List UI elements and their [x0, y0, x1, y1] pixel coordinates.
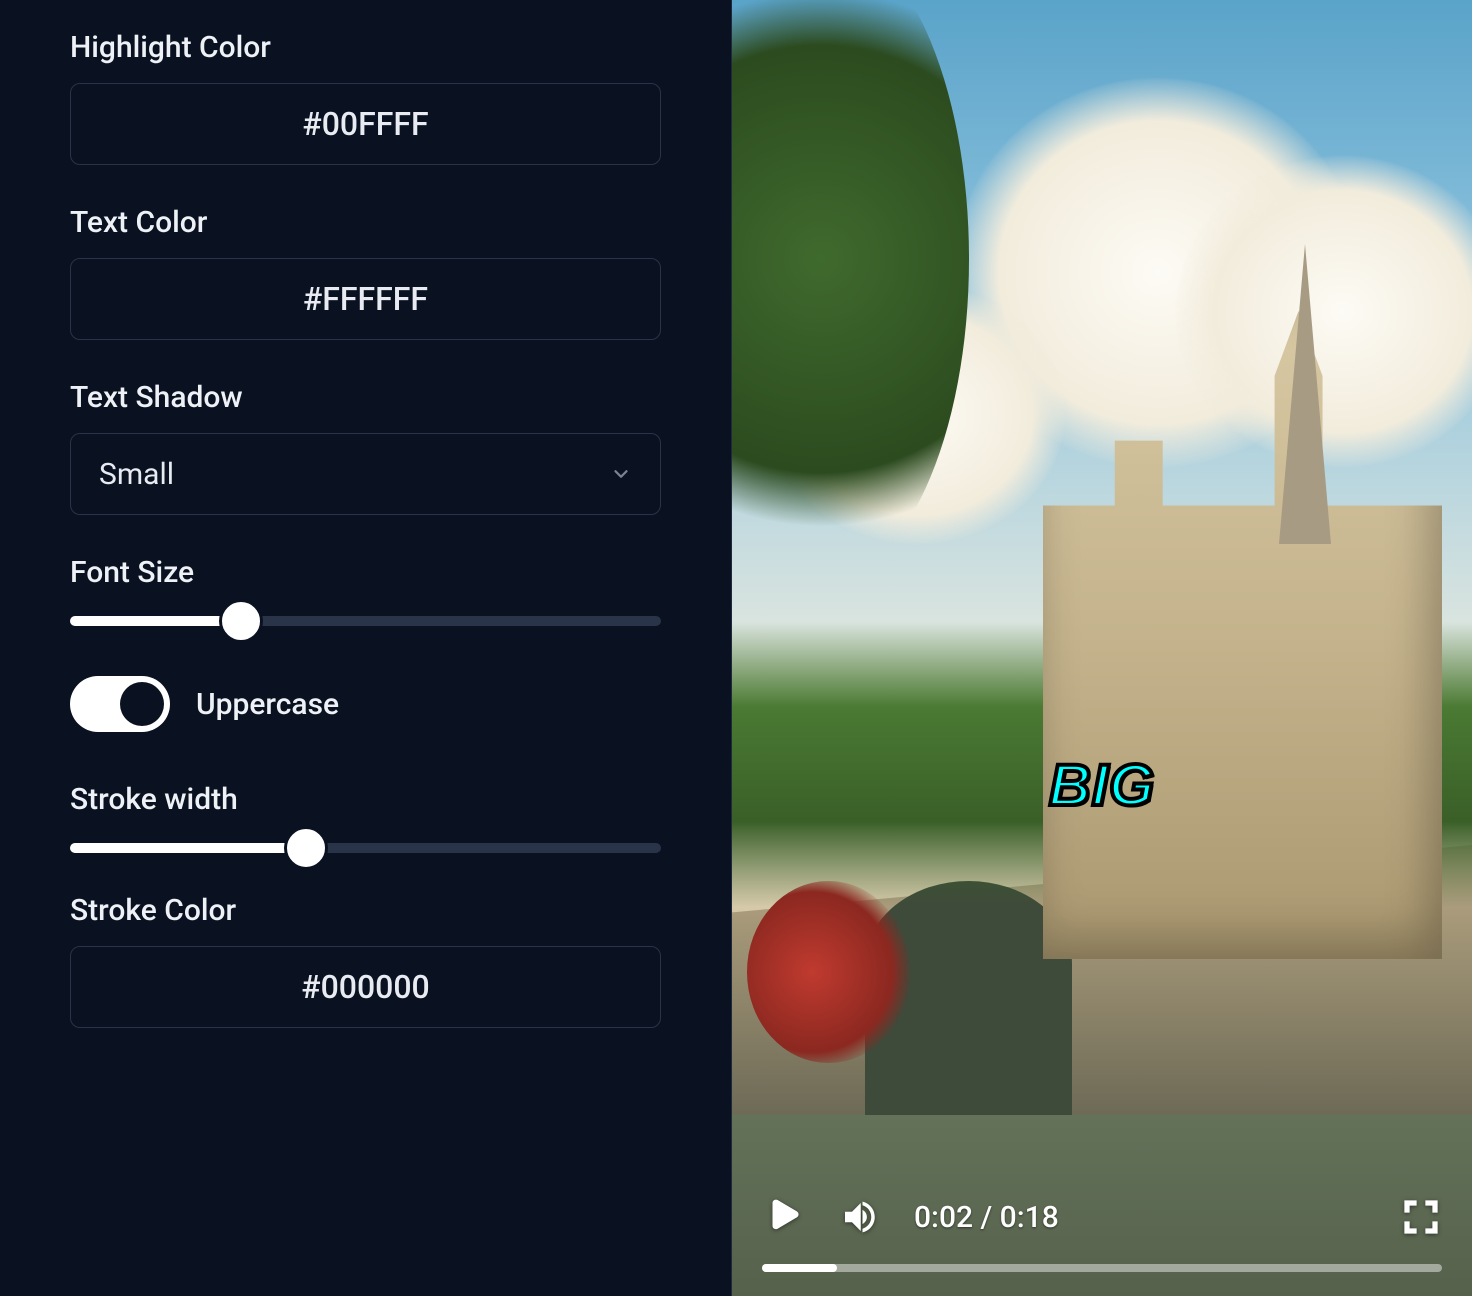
stroke-color-value: #000000 [301, 968, 429, 1006]
text-shadow-select[interactable]: Small [70, 433, 661, 515]
spire-shape [1279, 244, 1331, 544]
video-progress-fill [762, 1264, 837, 1272]
stroke-width-slider-thumb[interactable] [284, 826, 328, 870]
font-size-group: Font Size [70, 555, 661, 626]
stroke-width-slider-fill [70, 843, 306, 853]
font-size-slider-fill [70, 616, 241, 626]
volume-icon[interactable] [838, 1196, 880, 1238]
time-display: 0:02 / 0:18 [914, 1200, 1059, 1235]
text-color-label: Text Color [70, 205, 661, 240]
fullscreen-icon[interactable] [1400, 1196, 1442, 1238]
uppercase-group: Uppercase [70, 676, 661, 732]
video-frame[interactable]: BIG 0:02 / 0:18 [732, 0, 1472, 1296]
video-controls: 0:02 / 0:18 [732, 1196, 1472, 1296]
stroke-width-group: Stroke width [70, 782, 661, 853]
text-color-group: Text Color #FFFFFF [70, 205, 661, 340]
text-shadow-label: Text Shadow [70, 380, 661, 415]
text-shadow-group: Text Shadow Small [70, 380, 661, 515]
highlight-color-label: Highlight Color [70, 30, 661, 65]
stroke-width-label: Stroke width [70, 782, 661, 817]
play-icon[interactable] [762, 1196, 804, 1238]
uppercase-toggle[interactable] [70, 676, 170, 732]
chevron-down-icon [610, 463, 632, 485]
style-sidebar: Highlight Color #00FFFF Text Color #FFFF… [0, 0, 732, 1296]
text-shadow-value: Small [99, 457, 174, 492]
uppercase-toggle-knob [120, 682, 164, 726]
highlight-color-value: #00FFFF [302, 105, 428, 143]
stroke-color-input[interactable]: #000000 [70, 946, 661, 1028]
uppercase-label: Uppercase [196, 687, 339, 722]
video-progress[interactable] [762, 1264, 1442, 1272]
font-size-label: Font Size [70, 555, 661, 590]
video-preview: BIG 0:02 / 0:18 [732, 0, 1472, 1296]
text-color-value: #FFFFFF [303, 280, 428, 318]
highlight-color-group: Highlight Color #00FFFF [70, 30, 661, 165]
stroke-color-group: Stroke Color #000000 [70, 893, 661, 1028]
caption-text: BIG [1049, 752, 1155, 819]
flowers-shape [747, 881, 910, 1062]
stroke-color-label: Stroke Color [70, 893, 661, 928]
stroke-width-slider[interactable] [70, 843, 661, 853]
highlight-color-input[interactable]: #00FFFF [70, 83, 661, 165]
font-size-slider[interactable] [70, 616, 661, 626]
font-size-slider-thumb[interactable] [219, 599, 263, 643]
text-color-input[interactable]: #FFFFFF [70, 258, 661, 340]
